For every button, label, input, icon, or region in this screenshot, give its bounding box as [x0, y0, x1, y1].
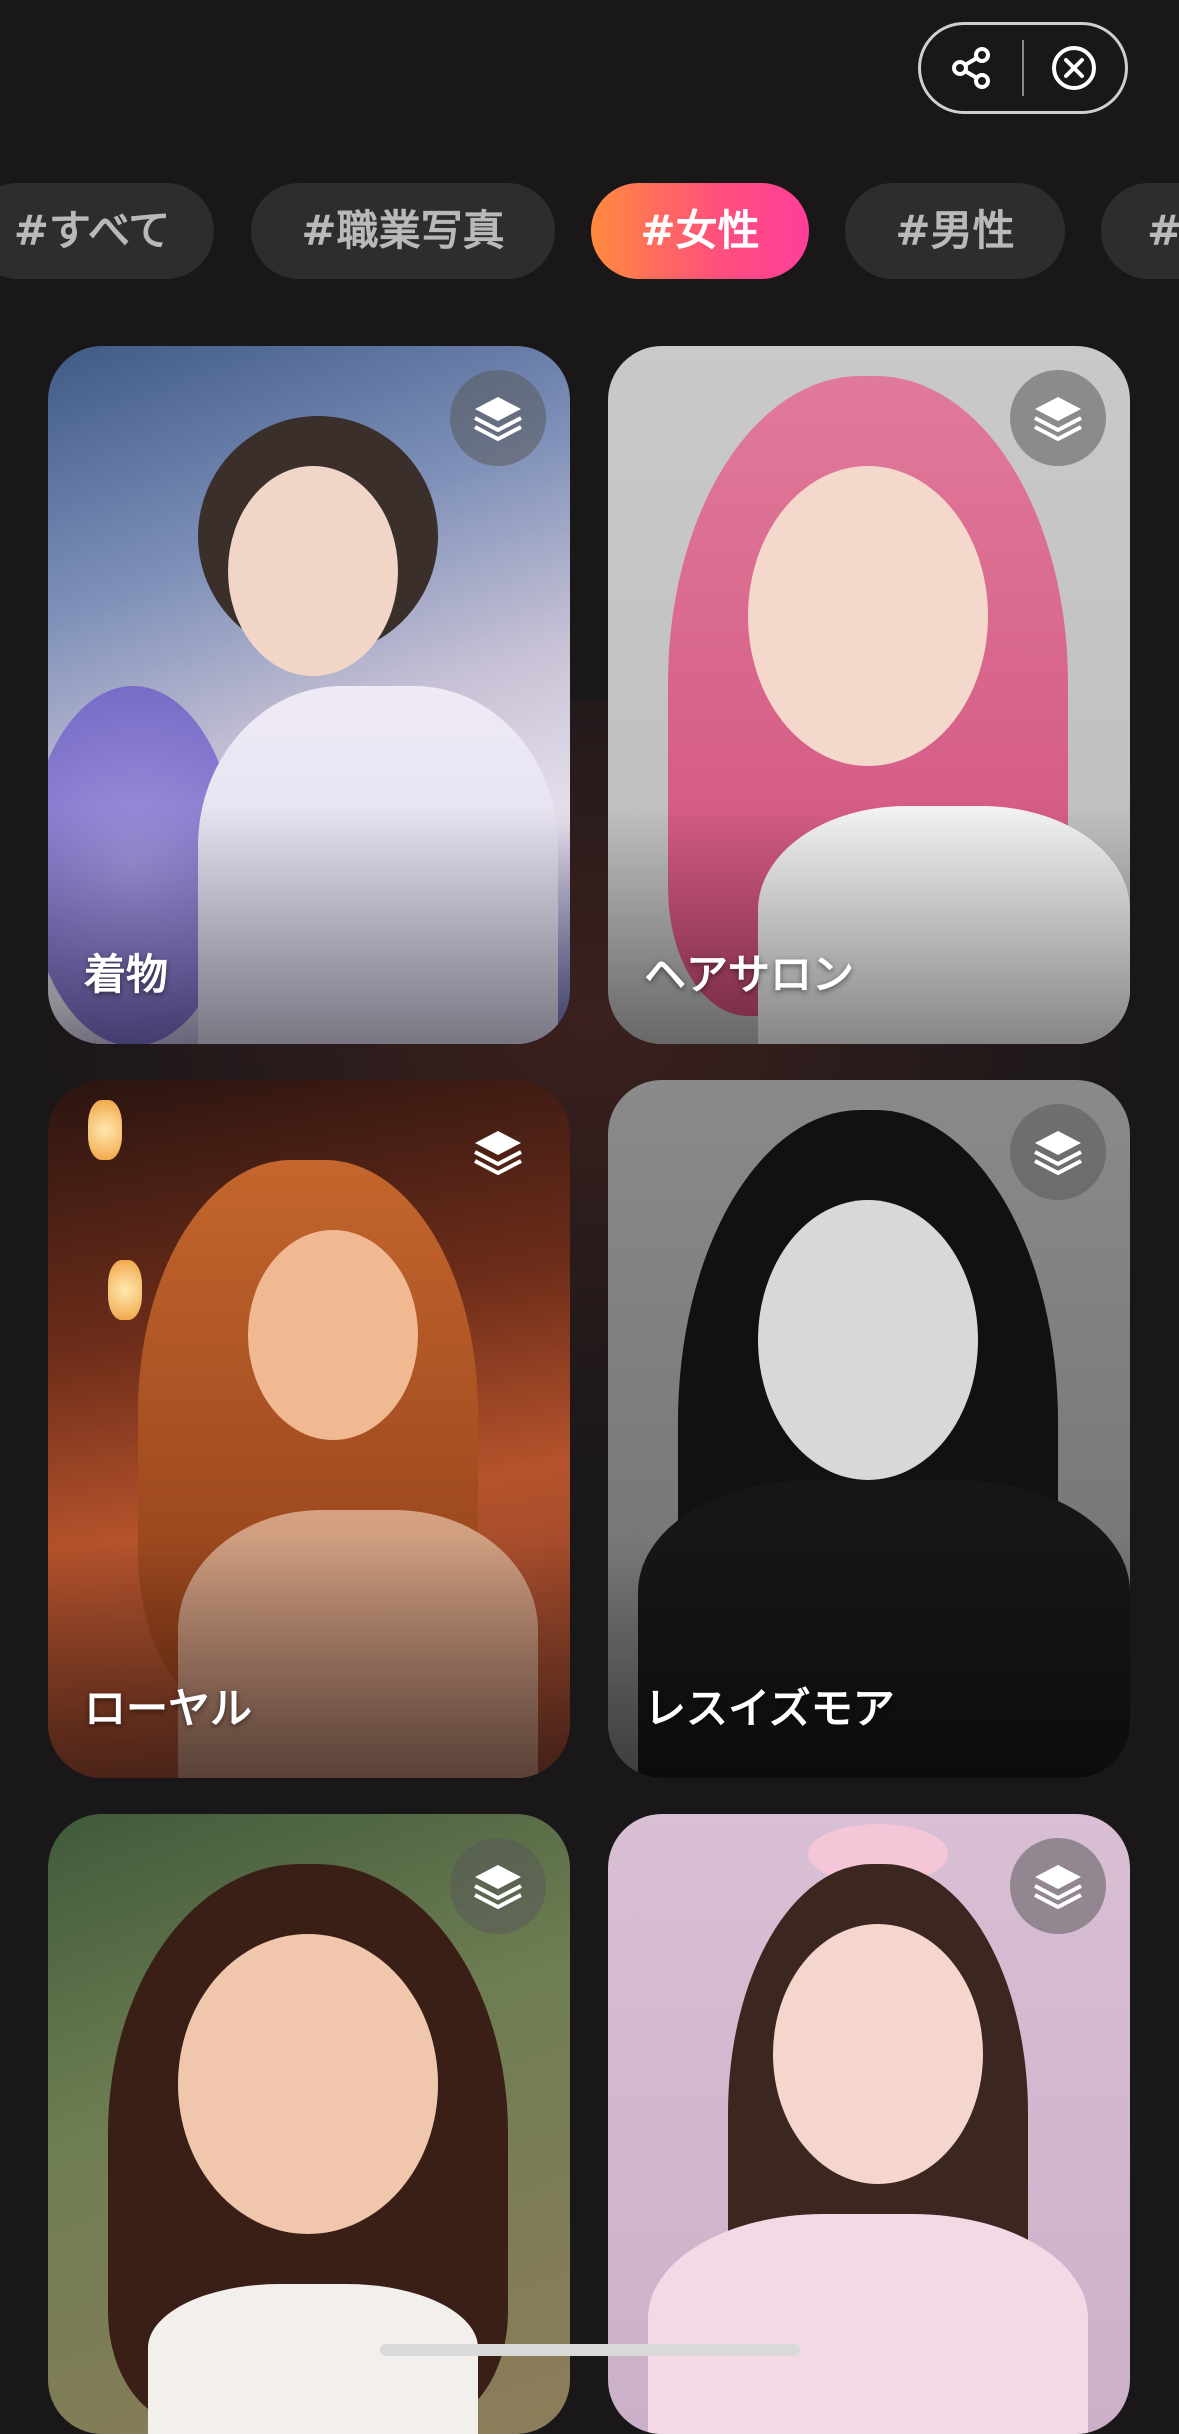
card-shade	[48, 804, 570, 1044]
style-card-kimono[interactable]: 着物	[48, 346, 570, 1044]
style-card-6[interactable]	[608, 1814, 1130, 2434]
close-circle-icon	[1052, 46, 1097, 90]
layers-icon	[1034, 397, 1082, 441]
close-button[interactable]	[1024, 25, 1125, 111]
layers-icon	[474, 1131, 522, 1175]
card-shade	[608, 1538, 1130, 1778]
card-shade	[608, 804, 1130, 1044]
style-card-less-is-more[interactable]: レスイズモア	[608, 1080, 1130, 1778]
share-icon	[951, 47, 990, 89]
layers-button[interactable]	[450, 1838, 546, 1934]
card-label: レスイズモア	[644, 1684, 895, 1733]
layers-icon	[1034, 1865, 1082, 1909]
category-tags: #すべて #職業写真 #女性 #男性 #	[0, 183, 1179, 281]
style-card-hair-salon[interactable]: ヘアサロン	[608, 346, 1130, 1044]
tag-female[interactable]: #女性	[591, 183, 809, 279]
tag-more[interactable]: #	[1101, 183, 1179, 279]
layers-icon	[474, 397, 522, 441]
layers-button[interactable]	[1010, 370, 1106, 466]
share-button[interactable]	[921, 25, 1022, 111]
card-label: ローヤル	[84, 1684, 253, 1733]
top-action-pill	[918, 22, 1128, 114]
style-card-5[interactable]	[48, 1814, 570, 2434]
layers-button[interactable]	[1010, 1838, 1106, 1934]
tag-professional-photo[interactable]: #職業写真	[251, 183, 555, 279]
layers-icon	[1034, 1131, 1082, 1175]
layers-button[interactable]	[450, 1104, 546, 1200]
style-card-royal[interactable]: ローヤル	[48, 1080, 570, 1778]
home-indicator	[380, 2344, 800, 2356]
layers-button[interactable]	[450, 370, 546, 466]
card-label: ヘアサロン	[644, 950, 855, 999]
tag-male[interactable]: #男性	[845, 183, 1065, 279]
layers-icon	[474, 1865, 522, 1909]
layers-button[interactable]	[1010, 1104, 1106, 1200]
card-shade	[48, 1538, 570, 1778]
tag-all[interactable]: #すべて	[0, 183, 214, 279]
card-label: 着物	[84, 950, 169, 999]
